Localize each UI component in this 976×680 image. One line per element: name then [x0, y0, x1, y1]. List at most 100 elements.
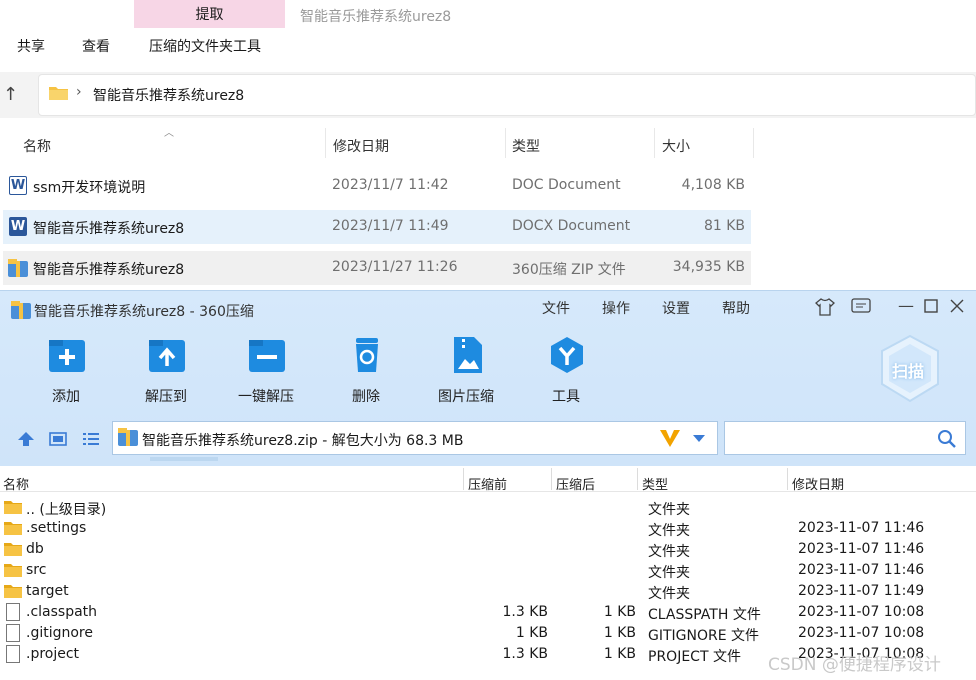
archive-entry-type: CLASSPATH 文件 — [648, 607, 761, 623]
folder-icon — [49, 87, 68, 100]
csdn-watermark: CSDN @便捷程序设计 — [768, 655, 941, 675]
archive-row[interactable]: target 文件夹 2023-11-07 11:49 — [0, 581, 976, 602]
file-icon — [6, 603, 20, 621]
archive-entry-type: 文件夹 — [648, 586, 690, 602]
archive-entry-date: 2023-11-07 11:46 — [798, 562, 925, 578]
file-size: 4,108 KB — [681, 177, 745, 193]
extract-to-button[interactable]: 解压到 — [126, 336, 206, 406]
archive-entry-type: 文件夹 — [648, 523, 690, 539]
archive-row[interactable]: .settings 文件夹 2023-11-07 11:46 — [0, 518, 976, 539]
column-name[interactable]: 名称 — [23, 136, 51, 156]
column-separator[interactable] — [325, 128, 326, 158]
file-row[interactable]: W ssm开发环境说明 2023/11/7 11:42 DOC Document… — [3, 169, 751, 203]
file-row-hovered[interactable]: 智能音乐推荐系统urez8 2023/11/27 11:26 360压缩 ZIP… — [3, 251, 751, 285]
archive-search-input[interactable] — [724, 421, 966, 455]
minimize-icon[interactable]: — — [898, 296, 914, 315]
chevron-down-icon[interactable] — [692, 434, 706, 443]
column-separator[interactable] — [551, 468, 552, 490]
search-icon[interactable] — [937, 429, 956, 448]
archive-entry-before: 1 KB — [515, 625, 548, 641]
tools-button[interactable]: 工具 — [526, 336, 606, 406]
up-arrow-icon[interactable]: ↑ — [3, 84, 18, 105]
archive-column-type[interactable]: 类型 — [642, 474, 668, 493]
column-size[interactable]: 大小 — [662, 136, 690, 156]
ribbon-view[interactable]: 查看 — [82, 36, 110, 56]
zip-window: 智能音乐推荐系统urez8 - 360压缩 文件 操作 设置 帮助 — 添加 解… — [0, 290, 976, 680]
file-explorer: 提取 智能音乐推荐系统urez8 共享 查看 压缩的文件夹工具 ↑ › 智能音乐… — [0, 0, 976, 290]
zip-archive-icon — [8, 259, 28, 277]
file-row-selected[interactable]: W 智能音乐推荐系统urez8 2023/11/7 11:49 DOCX Doc… — [3, 210, 751, 244]
column-separator[interactable] — [463, 468, 464, 490]
column-separator[interactable] — [654, 128, 655, 158]
add-button[interactable]: 添加 — [26, 336, 106, 406]
ribbon-zip-tools[interactable]: 压缩的文件夹工具 — [149, 36, 261, 56]
up-level-icon[interactable] — [17, 431, 35, 447]
one-click-extract-label: 一键解压 — [238, 389, 294, 405]
maximize-icon[interactable] — [924, 299, 938, 313]
archive-entry-date: 2023-11-07 11:46 — [798, 541, 925, 557]
view-list-icon[interactable] — [82, 432, 100, 446]
file-date: 2023/11/7 11:42 — [332, 177, 449, 193]
file-date: 2023/11/7 11:49 — [332, 218, 449, 234]
address-path: 智能音乐推荐系统urez8 — [93, 88, 245, 104]
view-thumbnails-icon[interactable] — [49, 432, 67, 446]
archive-row[interactable]: db 文件夹 2023-11-07 11:46 — [0, 539, 976, 560]
file-name: ssm开发环境说明 — [33, 180, 146, 196]
menu-settings[interactable]: 设置 — [662, 298, 690, 318]
archive-row[interactable]: .classpath 1.3 KB 1 KB CLASSPATH 文件 2023… — [0, 602, 976, 623]
archive-column-date[interactable]: 修改日期 — [792, 474, 844, 493]
archive-entry-name: .gitignore — [26, 625, 93, 641]
folder-icon — [4, 585, 22, 598]
ribbon-share[interactable]: 共享 — [17, 36, 45, 56]
window-title: 智能音乐推荐系统urez8 — [300, 9, 452, 25]
archive-row[interactable]: src 文件夹 2023-11-07 11:46 — [0, 560, 976, 581]
image-compress-button[interactable]: 图片压缩 — [426, 336, 506, 406]
extract-to-icon — [149, 340, 185, 372]
archive-path-text: 智能音乐推荐系统urez8.zip - 解包大小为 68.3 MB — [142, 433, 464, 449]
word-doc-icon: W — [9, 176, 27, 195]
archive-entry-after: 1 KB — [603, 604, 636, 620]
archive-entry-before: 1.3 KB — [502, 604, 549, 620]
file-size: 34,935 KB — [672, 259, 745, 275]
extract-tab[interactable]: 提取 — [134, 0, 285, 28]
extract-to-label: 解压到 — [145, 389, 187, 405]
menu-file[interactable]: 文件 — [542, 298, 570, 318]
archive-row[interactable]: .gitignore 1 KB 1 KB GITIGNORE 文件 2023-1… — [0, 623, 976, 644]
word-docx-icon: W — [9, 217, 27, 236]
column-separator[interactable] — [637, 468, 638, 490]
column-date[interactable]: 修改日期 — [333, 136, 389, 156]
scan-button[interactable]: 扫描 — [878, 334, 942, 404]
extract-tab-label: 提取 — [195, 7, 224, 23]
image-compress-label: 图片压缩 — [438, 389, 494, 405]
column-separator[interactable] — [753, 128, 754, 158]
one-click-extract-button[interactable]: 一键解压 — [226, 336, 306, 406]
column-type[interactable]: 类型 — [512, 136, 540, 156]
scan-label: 扫描 — [892, 362, 925, 381]
folder-icon — [4, 564, 22, 577]
file-icon — [6, 624, 20, 642]
skin-shirt-icon[interactable] — [815, 298, 835, 316]
archive-entry-type: 文件夹 — [648, 565, 690, 581]
archive-entry-type: PROJECT 文件 — [648, 649, 741, 665]
archive-row-parent[interactable]: .. (上级目录) 文件夹 — [0, 497, 976, 518]
menu-help[interactable]: 帮助 — [722, 298, 750, 318]
verified-v-icon[interactable] — [659, 428, 681, 448]
archive-entry-name: db — [26, 541, 44, 557]
close-icon[interactable] — [950, 299, 964, 313]
archive-entry-name: .project — [26, 646, 80, 662]
chevron-right-icon[interactable]: › — [76, 84, 82, 100]
archive-column-before[interactable]: 压缩前 — [468, 474, 507, 493]
archive-column-name[interactable]: 名称 — [3, 474, 29, 493]
file-name: 智能音乐推荐系统urez8 — [33, 221, 185, 237]
archive-column-after[interactable]: 压缩后 — [556, 474, 595, 493]
tools-label: 工具 — [552, 389, 580, 405]
feedback-icon[interactable] — [851, 298, 871, 316]
folder-icon — [4, 522, 22, 535]
image-compress-icon — [454, 337, 482, 373]
archive-entry-after: 1 KB — [603, 625, 636, 641]
delete-button[interactable]: 删除 — [326, 336, 406, 406]
menu-operate[interactable]: 操作 — [602, 298, 630, 318]
file-name: 智能音乐推荐系统urez8 — [33, 262, 185, 278]
column-separator[interactable] — [787, 468, 788, 490]
column-separator[interactable] — [505, 128, 506, 158]
